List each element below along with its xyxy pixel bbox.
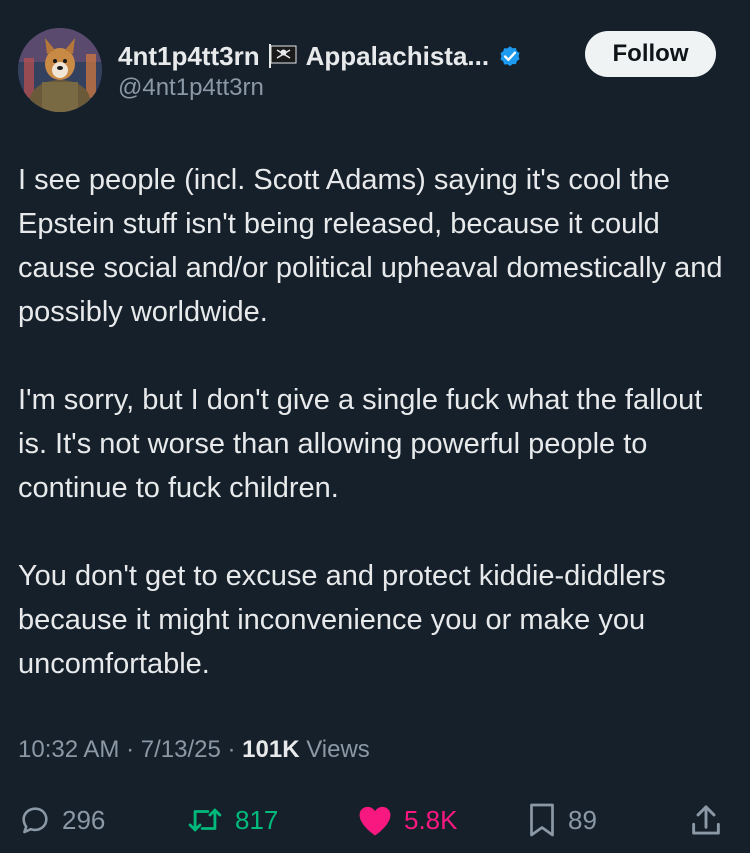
share-icon [690, 802, 722, 838]
retweet-icon [185, 803, 225, 837]
views-count[interactable]: 101K [242, 736, 299, 763]
action-bar: 296 817 5.8K 89 [0, 795, 750, 845]
meta-separator: · [227, 736, 236, 763]
tweet-paragraph: I'm sorry, but I don't give a single fuc… [18, 384, 703, 504]
share-button[interactable] [690, 795, 722, 845]
like-count: 5.8K [404, 804, 458, 835]
verified-icon [497, 43, 523, 69]
reply-count: 296 [62, 804, 106, 835]
reply-icon [18, 803, 52, 837]
like-button[interactable]: 5.8K [356, 795, 458, 845]
follow-button[interactable]: Follow [585, 31, 716, 77]
retweet-count: 817 [235, 804, 279, 835]
tweet-time[interactable]: 10:32 AM [18, 736, 119, 763]
tweet-date[interactable]: 7/13/25 [141, 736, 221, 763]
like-icon [356, 803, 394, 837]
author-name-row[interactable]: 4nt1p4tt3rn Appalachista... [118, 36, 523, 76]
display-name[interactable]: 4nt1p4tt3rn [118, 41, 260, 72]
views-label: Views [306, 736, 370, 763]
flag-icon [268, 44, 298, 68]
bookmark-icon [526, 802, 558, 838]
bookmark-button[interactable]: 89 [526, 795, 597, 845]
meta-separator: · [126, 736, 135, 763]
tweet-paragraph: You don't get to excuse and protect kidd… [18, 560, 666, 680]
retweet-button[interactable]: 817 [185, 795, 278, 845]
avatar[interactable] [18, 28, 102, 112]
tweet-paragraph: I see people (incl. Scott Adams) saying … [18, 164, 723, 328]
tweet-meta: 10:32 AM · 7/13/25 · 101K Views [18, 736, 370, 764]
tweet-text: I see people (incl. Scott Adams) saying … [18, 158, 728, 730]
bookmark-count: 89 [568, 804, 597, 835]
display-name-suffix[interactable]: Appalachista... [306, 41, 490, 72]
avatar-image [18, 28, 102, 112]
reply-button[interactable]: 296 [18, 795, 105, 845]
author-handle[interactable]: @4nt1p4tt3rn [118, 74, 264, 102]
